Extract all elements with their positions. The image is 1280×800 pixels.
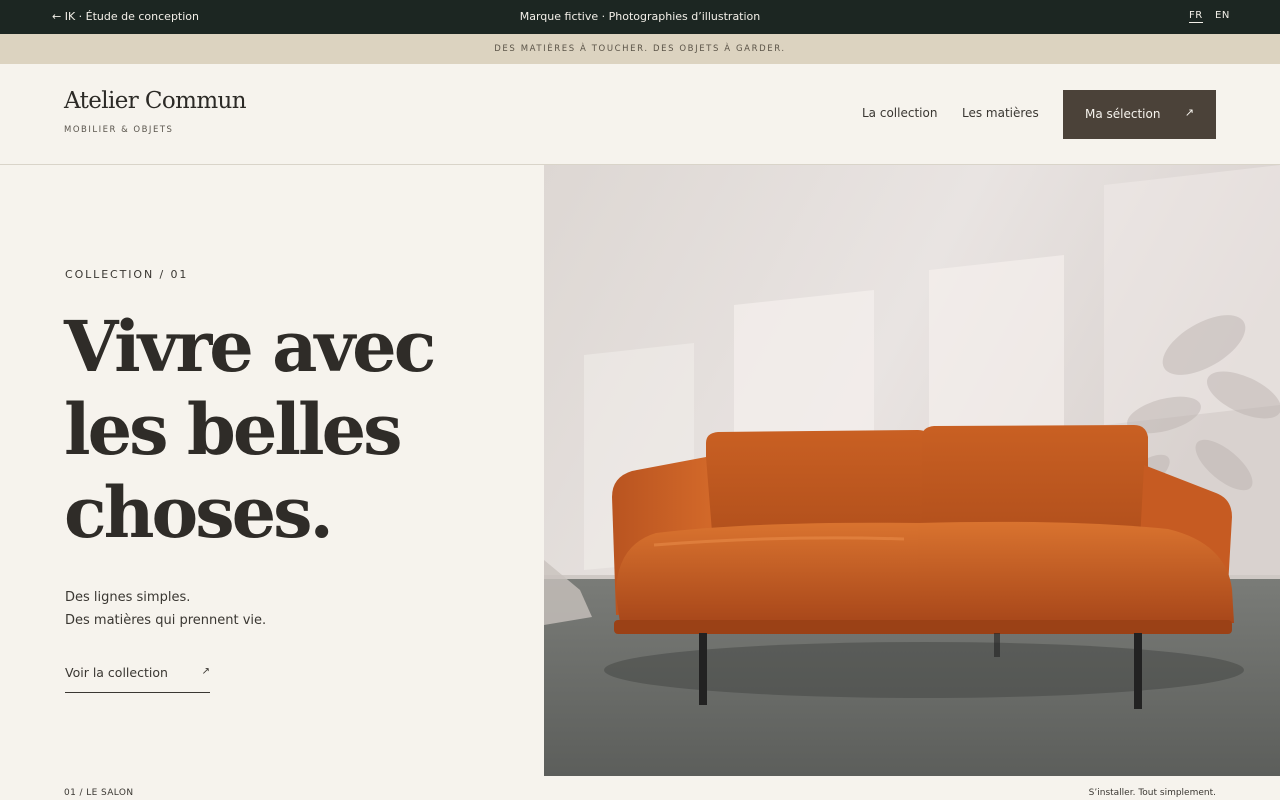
section-caption: S’installer. Tout simplement. — [1088, 788, 1216, 798]
view-collection-label: Voir la collection — [65, 665, 168, 680]
announcement-bar: DES MATIÈRES À TOUCHER. DES OBJETS À GAR… — [0, 34, 1280, 64]
collection-kicker: COLLECTION / 01 — [65, 268, 189, 281]
top-bar-notice: Marque fictive · Photographies d’illustr… — [519, 10, 761, 23]
my-selection-button[interactable]: Ma sélection ↗ — [1063, 90, 1216, 139]
hero-subtitle: Des lignes simples. Des matières qui pre… — [65, 586, 266, 632]
headline-line: les belles — [64, 388, 403, 471]
sofa-photo-illustration — [544, 165, 1280, 776]
arrow-up-right-icon: ↗ — [1184, 106, 1194, 119]
my-selection-label: Ma sélection — [1085, 107, 1161, 121]
nav-materials[interactable]: Les matières — [962, 106, 1039, 120]
subtitle-line: Des lignes simples. — [65, 590, 191, 605]
headline-line: choses. — [64, 471, 334, 554]
arrow-up-right-icon: ↗ — [201, 666, 210, 677]
lang-en-toggle[interactable]: EN — [1215, 10, 1230, 21]
brand-logo[interactable]: Atelier Commun — [64, 88, 247, 114]
headline-line: Vivre avec — [64, 305, 436, 388]
lang-fr-toggle[interactable]: FR — [1189, 10, 1203, 23]
brand-tagline: MOBILIER & OBJETS — [64, 125, 174, 135]
hero-sofa-image — [544, 165, 1280, 776]
view-collection-link[interactable]: Voir la collection ↗ — [65, 664, 210, 693]
top-bar: ← IK · Étude de conception Marque fictiv… — [0, 0, 1280, 34]
section-label: 01 / LE SALON — [64, 788, 134, 798]
subtitle-line: Des matières qui prennent vie. — [65, 613, 267, 628]
site-header: Atelier Commun MOBILIER & OBJETS La coll… — [0, 64, 1280, 165]
hero-headline: Vivre avec les belles choses. — [64, 305, 534, 554]
nav-collection[interactable]: La collection — [862, 106, 937, 120]
